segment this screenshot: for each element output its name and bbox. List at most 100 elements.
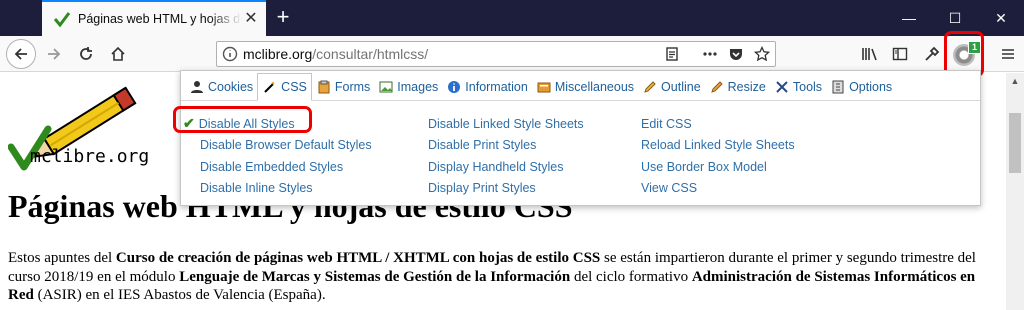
reload-button[interactable] (72, 40, 100, 68)
logo-text: mclibre.org (30, 146, 150, 167)
sidebar-button[interactable] (886, 40, 914, 68)
tab-label: Resize (727, 80, 766, 94)
menu-item-disable-linked-style-sheets[interactable]: Disable Linked Style Sheets (428, 113, 584, 135)
site-info-icon[interactable] (217, 41, 243, 67)
home-icon (111, 46, 125, 61)
tab-label: Images (397, 80, 439, 94)
menu-item-view-css[interactable]: View CSS (641, 178, 795, 200)
pocket-icon[interactable] (723, 42, 749, 66)
tab-tools[interactable]: Tools (770, 73, 826, 101)
menu-item-label: Display Handheld Styles (428, 159, 564, 174)
eyedropper-icon (925, 46, 940, 61)
tab-title: Páginas web HTML y hojas de estilo CSS (78, 12, 242, 26)
clipboard-icon (316, 79, 332, 95)
tab-label: Forms (334, 80, 371, 94)
arrow-left-icon (14, 48, 27, 60)
tab-label: Outline (661, 80, 701, 94)
url-bar[interactable]: mclibre.org/consultar/htmlcss/ (216, 41, 776, 67)
para-text-1: Estos apuntes del (8, 250, 116, 266)
tab-information[interactable]: Information (442, 73, 532, 101)
pencil-icon (642, 79, 658, 95)
bookmark-star-icon[interactable] (749, 42, 775, 66)
menu-column-3: Edit CSS Reload Linked Style Sheets Use … (641, 113, 795, 199)
tab-label: Options (849, 80, 893, 94)
browser-tab[interactable]: Páginas web HTML y hojas de estilo CSS ✕ (42, 0, 266, 36)
tools-icon (774, 79, 790, 95)
page-actions-icon[interactable] (697, 42, 723, 66)
options-icon (830, 79, 846, 95)
tab-miscellaneous[interactable]: Miscellaneous (532, 73, 638, 101)
course-name: Curso de creación de páginas web HTML / … (115, 250, 601, 266)
tab-css[interactable]: CSS (257, 73, 312, 101)
disable-all-styles-highlight-box (173, 106, 312, 133)
menu-item-disable-browser-default-styles[interactable]: Disable Browser Default Styles (181, 135, 372, 157)
tab-close-icon[interactable]: ✕ (242, 10, 260, 28)
menu-item-display-print-styles[interactable]: Display Print Styles (428, 178, 584, 200)
tab-images[interactable]: Images (374, 73, 442, 101)
library-icon (862, 48, 877, 61)
image-icon (378, 79, 394, 95)
web-developer-panel: Cookies CSS Forms Images Information Mis… (180, 70, 981, 206)
menu-item-reload-linked-style-sheets[interactable]: Reload Linked Style Sheets (641, 135, 795, 157)
menu-item-disable-embedded-styles[interactable]: Disable Embedded Styles (181, 156, 372, 178)
intro-paragraph: Estos apuntes del Curso de creación de p… (8, 249, 998, 305)
menu-button[interactable] (994, 40, 1022, 68)
sidebar-icon (892, 47, 908, 61)
forward-button[interactable] (40, 40, 68, 68)
panel-tab-bar: Cookies CSS Forms Images Information Mis… (181, 71, 980, 101)
reload-icon (80, 47, 92, 60)
menu-item-use-border-box-model[interactable]: Use Border Box Model (641, 156, 795, 178)
menu-item-label: Disable Inline Styles (200, 181, 313, 196)
url-text[interactable]: mclibre.org/consultar/htmlcss/ (243, 46, 659, 62)
menu-item-label: Disable Browser Default Styles (200, 138, 372, 153)
menu-column-2: Disable Linked Style Sheets Disable Prin… (428, 113, 584, 199)
tab-options[interactable]: Options (826, 73, 896, 101)
menu-item-label: Disable Print Styles (428, 138, 537, 153)
folder-icon (536, 79, 552, 95)
tab-outline[interactable]: Outline (638, 73, 705, 101)
tab-label: Information (465, 80, 528, 94)
tab-resize[interactable]: Resize (705, 73, 770, 101)
tab-label: Miscellaneous (554, 80, 635, 94)
vertical-scrollbar[interactable]: ▲ (1006, 73, 1024, 310)
tab-label: Tools (792, 80, 823, 94)
ruler-icon (709, 79, 725, 95)
url-host: mclibre.org (243, 46, 313, 62)
new-tab-button[interactable]: + (271, 6, 295, 30)
back-button[interactable] (6, 39, 36, 69)
hamburger-icon (1002, 49, 1014, 59)
close-window-button[interactable]: ✕ (978, 0, 1024, 36)
menu-item-label: Use Border Box Model (641, 159, 767, 174)
menu-item-edit-css[interactable]: Edit CSS (641, 113, 795, 135)
url-path: /consultar/htmlcss/ (312, 46, 429, 62)
menu-item-label: Edit CSS (641, 116, 692, 131)
reader-view-icon[interactable] (659, 42, 685, 66)
checkmark-favicon-icon (54, 11, 70, 27)
tab-forms[interactable]: Forms (312, 73, 374, 101)
home-button[interactable] (104, 40, 132, 68)
tab-label: CSS (281, 80, 307, 94)
para-text-3: del ciclo formativo (570, 268, 692, 285)
nav-toolbar: mclibre.org/consultar/htmlcss/ (0, 36, 1024, 72)
menu-item-label: Disable Linked Style Sheets (428, 116, 584, 131)
scroll-up-icon[interactable]: ▲ (1006, 73, 1024, 89)
library-button[interactable] (856, 40, 884, 68)
menu-item-label: Display Print Styles (428, 181, 536, 196)
tab-cookies[interactable]: Cookies (185, 73, 257, 101)
arrow-right-icon (48, 48, 61, 60)
menu-item-label: Reload Linked Style Sheets (641, 138, 795, 153)
menu-item-label: View CSS (641, 181, 698, 196)
menu-item-disable-print-styles[interactable]: Disable Print Styles (428, 135, 584, 157)
para-text-4: (ASIR) en el IES Abastos de Valencia (Es… (33, 287, 326, 303)
menu-item-display-handheld-styles[interactable]: Display Handheld Styles (428, 156, 584, 178)
info-icon (446, 79, 462, 95)
eyedropper-button[interactable] (918, 40, 946, 68)
scrollbar-thumb[interactable] (1009, 113, 1021, 173)
tab-label: Cookies (208, 80, 254, 94)
menu-item-label: Disable Embedded Styles (200, 159, 344, 174)
magic-wand-icon (262, 79, 278, 95)
minimize-button[interactable]: — (886, 0, 932, 36)
menu-item-disable-inline-styles[interactable]: Disable Inline Styles (181, 178, 372, 200)
person-icon (189, 79, 205, 95)
title-bar: Páginas web HTML y hojas de estilo CSS ✕… (0, 0, 1024, 36)
